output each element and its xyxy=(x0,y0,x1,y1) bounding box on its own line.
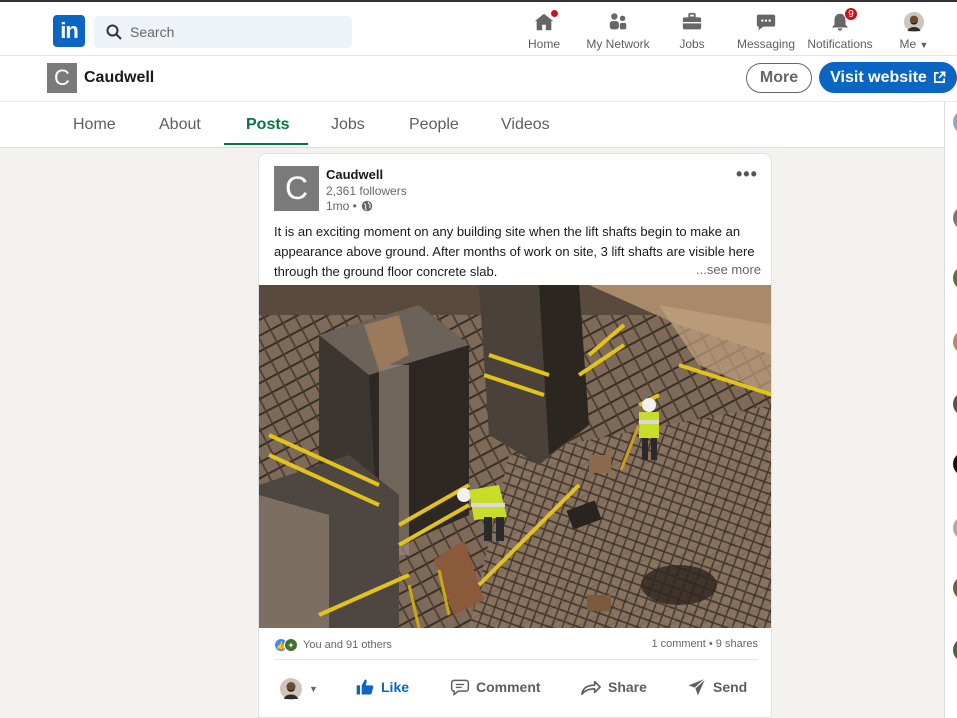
post-image[interactable] xyxy=(259,285,771,628)
reactions-summary[interactable]: 👍 ✦ xyxy=(274,638,298,652)
notification-dot xyxy=(549,8,560,19)
post-actions: ▼ Like Comment Share Send xyxy=(259,669,771,705)
briefcase-icon xyxy=(680,10,704,34)
avatar xyxy=(280,678,302,700)
send-icon xyxy=(688,678,706,696)
company-header: C Caudwell More Visit website xyxy=(0,56,957,102)
post-author[interactable]: Caudwell xyxy=(326,167,383,182)
post-company-logo[interactable]: C xyxy=(274,166,319,211)
post-time-text: 1mo • xyxy=(326,199,357,213)
sidebar-avatar[interactable] xyxy=(953,576,957,600)
send-button[interactable]: Send xyxy=(687,677,747,697)
home-icon xyxy=(532,8,560,34)
nav-me[interactable]: Me ▼ xyxy=(897,10,931,54)
tab-home[interactable]: Home xyxy=(73,116,116,134)
avatar xyxy=(902,10,926,34)
nav-notifications[interactable]: 9 Notifications xyxy=(806,7,874,54)
celebrate-reaction-icon: ✦ xyxy=(284,638,298,652)
chevron-down-icon: ▼ xyxy=(919,40,929,50)
chat-icon xyxy=(754,10,778,34)
share-label: Share xyxy=(608,679,647,695)
sidebar-avatar[interactable] xyxy=(953,452,957,476)
nav-my-network-label: My Network xyxy=(586,37,650,51)
company-logo[interactable]: C xyxy=(47,63,77,93)
post-card: C Caudwell 2,361 followers 1mo • ••• It … xyxy=(258,153,772,718)
company-tabs: Home About Posts Jobs People Videos xyxy=(0,102,957,148)
nav-jobs-label: Jobs xyxy=(679,37,705,51)
nav-notifications-label: Notifications xyxy=(807,37,873,51)
search-box[interactable] xyxy=(94,16,352,48)
sidebar-avatar[interactable] xyxy=(953,330,957,354)
actor-selector[interactable]: ▼ xyxy=(279,677,318,701)
post-text: It is an exciting moment on any building… xyxy=(274,224,755,279)
tab-people[interactable]: People xyxy=(409,116,459,134)
nav-my-network[interactable]: My Network xyxy=(585,10,651,54)
sidebar-avatar[interactable] xyxy=(953,392,957,416)
nav-home[interactable]: Home xyxy=(527,8,561,54)
more-button[interactable]: More xyxy=(746,63,812,93)
tab-about[interactable]: About xyxy=(159,116,201,134)
active-tab-indicator xyxy=(224,143,308,145)
share-arrow-icon xyxy=(581,680,601,696)
see-more-link[interactable]: ...see more xyxy=(692,262,762,277)
reactions-text[interactable]: You and 91 others xyxy=(303,639,392,651)
like-label: Like xyxy=(381,679,410,695)
post-followers: 2,361 followers xyxy=(326,184,407,198)
tab-jobs[interactable]: Jobs xyxy=(331,116,365,134)
nav-home-label: Home xyxy=(527,37,560,51)
sidebar-avatar[interactable] xyxy=(953,516,957,540)
send-label: Send xyxy=(713,679,748,695)
visit-website-button[interactable]: Visit website xyxy=(819,62,957,93)
nav-messaging-label: Messaging xyxy=(736,37,796,51)
like-button[interactable]: Like xyxy=(355,677,409,697)
tab-videos[interactable]: Videos xyxy=(501,116,550,134)
caret-down-icon: ▼ xyxy=(309,684,318,694)
post-options-menu[interactable]: ••• xyxy=(736,164,758,185)
nav-jobs[interactable]: Jobs xyxy=(678,10,706,54)
network-icon xyxy=(606,10,630,34)
sidebar-avatar[interactable] xyxy=(953,110,957,134)
nav-messaging[interactable]: Messaging xyxy=(737,10,795,54)
comment-button[interactable]: Comment xyxy=(450,677,541,697)
search-icon xyxy=(106,24,122,40)
notification-badge: 9 xyxy=(844,7,858,21)
globe-icon xyxy=(361,200,373,212)
sidebar-avatar[interactable] xyxy=(953,638,957,662)
top-navigation: in Home My Network xyxy=(0,0,957,56)
sidebar-avatar[interactable] xyxy=(953,206,957,230)
engagement-counts[interactable]: 1 comment • 9 shares xyxy=(651,638,758,650)
divider xyxy=(274,659,758,660)
post-time: 1mo • xyxy=(326,199,373,213)
thumbs-up-icon xyxy=(356,679,374,695)
tab-posts[interactable]: Posts xyxy=(246,116,290,134)
external-link-icon xyxy=(933,71,946,83)
share-button[interactable]: Share xyxy=(580,677,647,697)
linkedin-logo[interactable]: in xyxy=(53,15,85,47)
sidebar-avatar[interactable] xyxy=(953,266,957,290)
nav-me-label: Me ▼ xyxy=(899,37,929,51)
company-name[interactable]: Caudwell xyxy=(84,69,154,87)
comment-label: Comment xyxy=(476,679,541,695)
bell-icon: 9 xyxy=(828,7,858,34)
search-input[interactable] xyxy=(130,24,330,40)
construction-photo xyxy=(259,285,771,628)
visit-website-label: Visit website xyxy=(830,68,927,86)
social-counts: 👍 ✦ You and 91 others 1 comment • 9 shar… xyxy=(274,636,758,654)
right-sidebar xyxy=(944,102,957,718)
comment-icon xyxy=(450,679,470,697)
